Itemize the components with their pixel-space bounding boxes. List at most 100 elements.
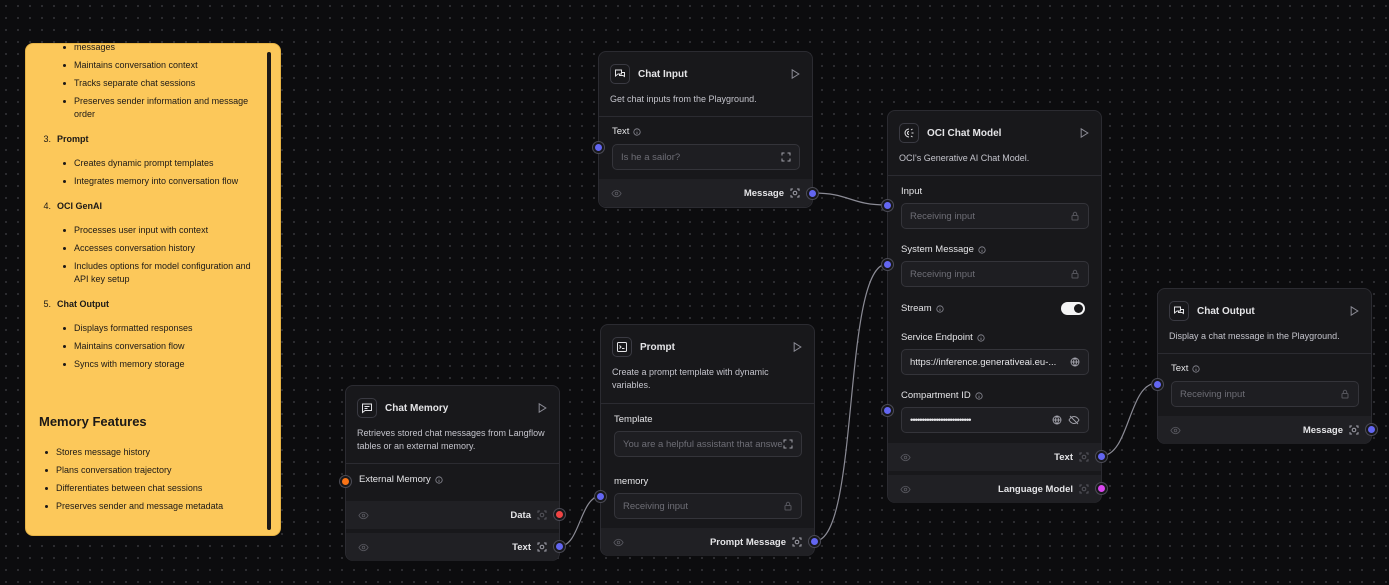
run-play-icon[interactable]	[1350, 306, 1359, 316]
prompt-node[interactable]: Prompt Create a prompt template with dyn…	[595, 324, 820, 556]
text-input-handle[interactable]	[1152, 379, 1163, 390]
info-icon[interactable]	[977, 333, 985, 342]
inspect-output-icon[interactable]	[537, 542, 547, 552]
feature-bullet: Preserves sender and message metadata	[38, 500, 258, 513]
chat-input-node[interactable]: Chat Input Get chat inputs from the Play…	[593, 51, 818, 208]
memory-input-handle[interactable]	[595, 491, 606, 502]
inspect-output-icon[interactable]	[1079, 452, 1089, 462]
note-bullet: Syncs with memory storage	[38, 358, 258, 371]
lock-icon	[1070, 269, 1080, 279]
chat-bubbles-icon	[610, 64, 630, 84]
compartment-id-input[interactable]: ••••••••••••••••••••••••••	[901, 407, 1089, 433]
stream-toggle[interactable]	[1061, 302, 1085, 315]
inspect-output-icon[interactable]	[792, 537, 802, 547]
output-row-message: Message	[1158, 416, 1371, 444]
run-play-icon[interactable]	[1080, 128, 1089, 138]
output-label: Prompt Message	[709, 536, 786, 548]
text-field-label: Text	[612, 126, 642, 137]
template-input[interactable]: You are a helpful assistant that answers…	[614, 431, 802, 457]
inspect-output-icon[interactable]	[1349, 425, 1359, 435]
note-bullet: Maintains conversation context	[38, 59, 258, 72]
service-endpoint-input[interactable]: https://inference.generativeai.eu-...	[901, 349, 1089, 375]
inspect-output-icon[interactable]	[790, 188, 800, 198]
language-model-output-handle[interactable]	[1096, 483, 1107, 494]
run-play-icon[interactable]	[791, 69, 800, 79]
output-row-message: Message	[599, 179, 812, 207]
info-icon[interactable]	[978, 245, 986, 254]
note-bullet: Processes user input with context	[38, 224, 258, 237]
oci-chat-model-node[interactable]: OCI Chat Model OCI's Generative AI Chat …	[882, 110, 1107, 503]
compartment-id-handle[interactable]	[882, 405, 893, 416]
chat-bubbles-icon	[1169, 301, 1189, 321]
text-field-label: Text	[1171, 363, 1201, 374]
terminal-square-icon	[612, 337, 632, 357]
node-title: Chat Input	[638, 68, 688, 80]
eye-icon[interactable]	[358, 543, 369, 552]
eye-icon[interactable]	[900, 485, 911, 494]
system-message-field[interactable]: Receiving input	[901, 261, 1089, 287]
prompt-message-output-handle[interactable]	[809, 536, 820, 547]
chat-output-text-field[interactable]: Receiving input	[1171, 381, 1359, 407]
output-row-text: Text	[346, 533, 559, 561]
info-icon[interactable]	[1192, 364, 1201, 373]
note-bullet: Accesses conversation history	[38, 242, 258, 255]
expand-icon[interactable]	[783, 439, 793, 449]
message-output-handle[interactable]	[807, 188, 818, 199]
eye-off-icon[interactable]	[1068, 415, 1080, 425]
info-icon[interactable]	[435, 475, 443, 484]
note-bullet: Creates dynamic prompt templates	[38, 157, 258, 170]
text-output-handle[interactable]	[554, 541, 565, 552]
globe-icon[interactable]	[1052, 415, 1062, 425]
chat-text-input[interactable]: Is he a sailor?	[612, 144, 800, 170]
info-icon[interactable]	[936, 304, 944, 313]
data-output-handle[interactable]	[554, 509, 565, 520]
output-row-language-model: Language Model	[888, 475, 1101, 503]
readme-note[interactable]: messages Maintains conversation context …	[25, 43, 281, 536]
note-scrollbar[interactable]	[267, 52, 271, 530]
note-intro-tail: messages	[38, 44, 258, 54]
text-input-handle[interactable]	[593, 142, 604, 153]
lock-icon	[783, 501, 793, 511]
run-play-icon[interactable]	[793, 342, 802, 352]
node-title: Chat Memory	[385, 402, 449, 414]
oci-input-field[interactable]: Receiving input	[901, 203, 1089, 229]
output-row-text: Text	[888, 443, 1101, 471]
input-handle[interactable]	[882, 200, 893, 211]
inspect-output-icon[interactable]	[1079, 484, 1089, 494]
output-label: Language Model	[998, 483, 1073, 495]
lock-icon	[1340, 389, 1350, 399]
node-description: OCI's Generative AI Chat Model.	[899, 153, 1030, 163]
note-bullet: Includes options for model configuration…	[38, 260, 258, 286]
edge-prompt-to-oci-system	[814, 263, 888, 542]
info-icon[interactable]	[633, 127, 642, 136]
memory-input[interactable]: Receiving input	[614, 493, 802, 519]
eye-icon[interactable]	[613, 538, 624, 547]
run-play-icon[interactable]	[538, 403, 547, 413]
system-message-handle[interactable]	[882, 259, 893, 270]
chat-output-node[interactable]: Chat Output Display a chat message in th…	[1152, 288, 1377, 444]
info-icon[interactable]	[975, 391, 983, 400]
external-memory-handle[interactable]	[340, 476, 351, 487]
message-output-handle[interactable]	[1366, 424, 1377, 435]
message-square-icon	[357, 398, 377, 418]
node-description: Retrieves stored chat messages from Lang…	[357, 428, 545, 451]
chat-memory-node[interactable]: Chat Memory Retrieves stored chat messag…	[340, 385, 565, 561]
system-message-label: System Message	[901, 244, 986, 255]
eye-icon[interactable]	[611, 189, 622, 198]
node-title: OCI Chat Model	[927, 127, 1002, 139]
external-memory-label: External Memory	[359, 474, 443, 485]
edge-chat-input-to-oci-input	[812, 192, 888, 206]
eye-icon[interactable]	[1170, 426, 1181, 435]
inspect-output-icon[interactable]	[537, 510, 547, 520]
oci-logo-icon	[899, 123, 919, 143]
globe-icon[interactable]	[1070, 357, 1080, 367]
input-label: Input	[901, 186, 923, 197]
eye-icon[interactable]	[900, 453, 911, 462]
text-output-handle[interactable]	[1096, 451, 1107, 462]
feature-bullet: Differentiates between chat sessions	[38, 482, 258, 495]
eye-icon[interactable]	[358, 511, 369, 520]
output-label: Message	[1302, 424, 1343, 436]
expand-icon[interactable]	[781, 152, 791, 162]
note-section-heading: 5. Chat Output	[43, 299, 109, 309]
edge-oci-text-to-chat-output	[1100, 382, 1158, 457]
